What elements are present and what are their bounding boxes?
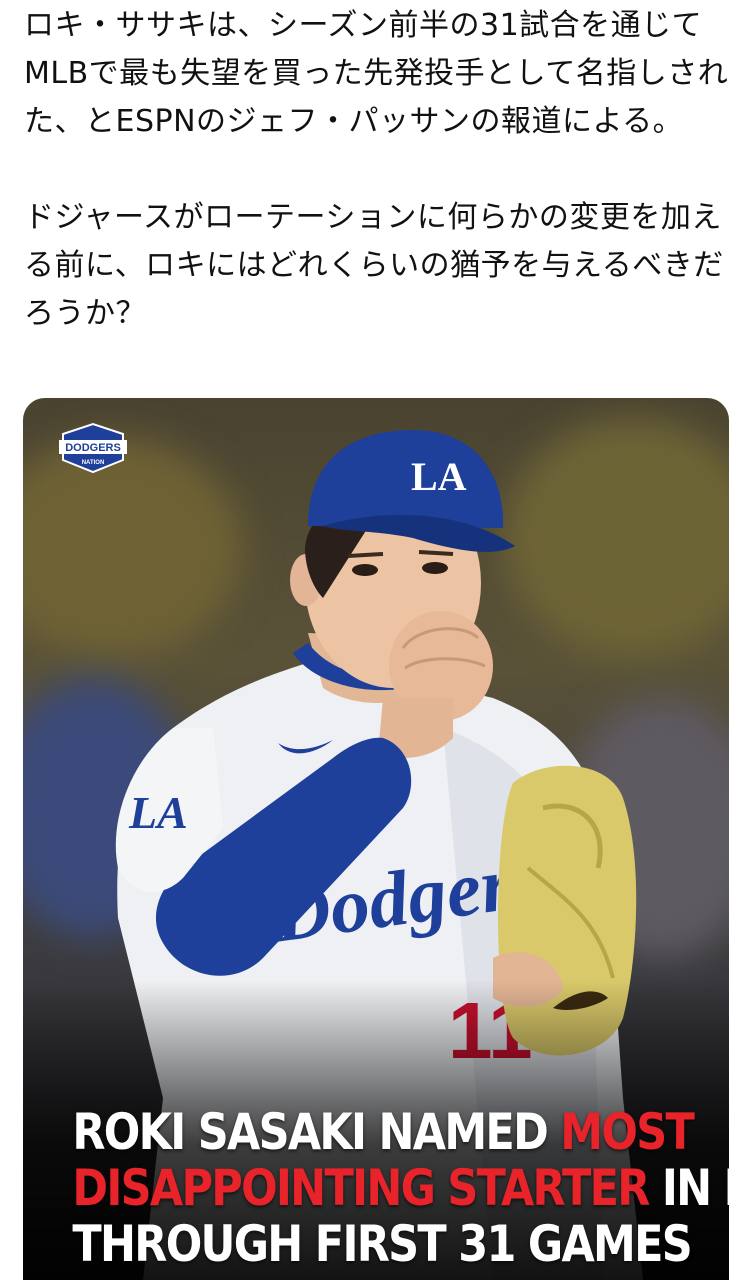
logo-subtext: NATION bbox=[82, 460, 105, 466]
headline-line-1: ROKI SASAKI NAMED MOST bbox=[72, 1103, 694, 1161]
headline-text: THROUGH FIRST 31 GAMES bbox=[72, 1215, 692, 1273]
post-paragraph-1: ロキ・ササキは、シーズン前半の31試合を通じてMLBで最も失望を買った先発投手と… bbox=[24, 8, 729, 139]
cap-la-logo: LA bbox=[411, 454, 467, 499]
headline-line-2: DISAPPOINTING STARTER IN MLB bbox=[72, 1159, 729, 1217]
post-paragraph-2: ドジャースがローテーションに何らかの変更を加える前に、ロキにはどれくらいの猶予を… bbox=[24, 200, 724, 331]
headline-line-3: THROUGH FIRST 31 GAMES bbox=[72, 1216, 692, 1272]
headline-text: ROKI SASAKI NAMED bbox=[72, 1103, 561, 1161]
headline: ROKI SASAKI NAMED MOST DISAPPOINTING STA… bbox=[72, 1103, 729, 1272]
sleeve-la-logo: LA bbox=[128, 787, 188, 838]
headline-highlight: MOST bbox=[560, 1103, 695, 1161]
logo-text: DODGERS bbox=[65, 442, 121, 454]
post-body: ロキ・ササキは、シーズン前半の31試合を通じてMLBで最も失望を買った先発投手と… bbox=[24, 2, 729, 338]
dodgers-nation-logo: DODGERS NATION bbox=[55, 420, 131, 476]
post-image[interactable]: LA LA Dodgers 11 DODGERS NATION ROKI SAS… bbox=[23, 398, 729, 1280]
headline-text: IN MLB bbox=[661, 1159, 729, 1217]
headline-highlight: DISAPPOINTING STARTER bbox=[72, 1159, 650, 1217]
